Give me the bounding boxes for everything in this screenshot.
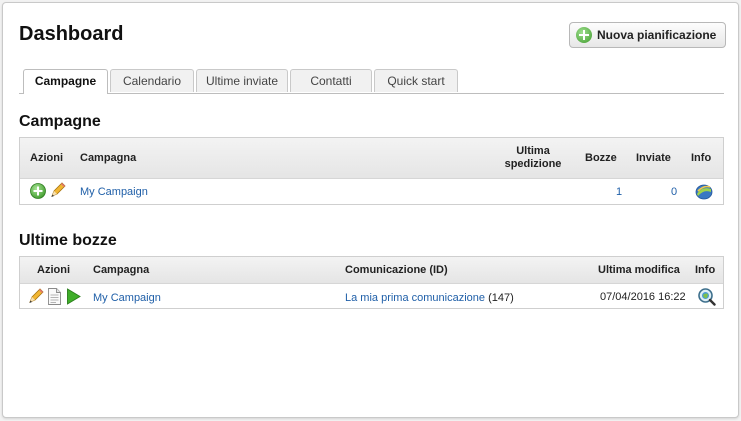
drafts-table-header: Azioni Campagna Comunicazione (ID) Ultim… [20,257,723,284]
header-last-shipment: Ultima spedizione [504,145,562,170]
play-icon[interactable] [66,288,81,305]
add-icon[interactable] [30,183,46,199]
drafts-table: Azioni Campagna Comunicazione (ID) Ultim… [19,256,724,309]
tab-contatti[interactable]: Contatti [290,69,372,92]
communication-id: (147) [488,292,514,304]
communication-link[interactable]: La mia prima comunicazione [345,292,485,304]
header-campaign: Campagna [93,264,150,276]
chart-icon[interactable] [695,183,713,200]
new-plan-button[interactable]: Nuova pianificazione [569,22,727,48]
header-sent: Inviate [636,152,671,164]
tab-ultime-inviate[interactable]: Ultime inviate [196,69,288,92]
campaigns-table: Azioni Campagna Ultima spedizione Bozze … [19,137,724,205]
table-row: My Campaign 1 0 [20,179,723,205]
tab-quick-start[interactable]: Quick start [374,69,458,92]
pencil-icon[interactable] [49,182,66,199]
page-title: Dashboard [19,23,124,45]
add-icon [576,27,592,43]
campaign-link[interactable]: My Campaign [93,292,161,304]
magnifier-icon[interactable] [698,288,716,306]
drafts-count[interactable]: 1 [616,186,622,198]
tab-bar: Campagne Calendario Ultime inviate Conta… [19,69,724,94]
campaigns-table-header: Azioni Campagna Ultima spedizione Bozze … [20,138,723,179]
document-icon[interactable] [47,288,62,305]
header-info: Info [691,152,712,164]
table-row: My Campaign La mia prima comunicazione (… [20,284,723,310]
last-modified-value: 07/04/2016 16:22 [600,291,686,303]
header-last-modified: Ultima modifica [598,264,680,276]
tab-campagne[interactable]: Campagne [23,69,108,94]
new-plan-label: Nuova pianificazione [597,28,717,42]
header-drafts: Bozze [585,152,617,164]
sent-count[interactable]: 0 [671,186,677,198]
header-info: Info [695,264,716,276]
header-communication: Comunicazione (ID) [345,264,448,276]
header-actions: Azioni [30,152,63,164]
header-campaign: Campagna [80,152,137,164]
drafts-section-title: Ultime bozze [19,232,117,249]
pencil-icon[interactable] [27,288,44,305]
dashboard-panel: Dashboard Nuova pianificazione Campagne … [2,2,739,418]
campaign-link[interactable]: My Campaign [80,186,148,198]
communication-cell: La mia prima comunicazione (147) [345,292,514,304]
tab-calendario[interactable]: Calendario [110,69,194,92]
header-actions: Azioni [37,264,70,276]
campaigns-section-title: Campagne [19,113,101,130]
